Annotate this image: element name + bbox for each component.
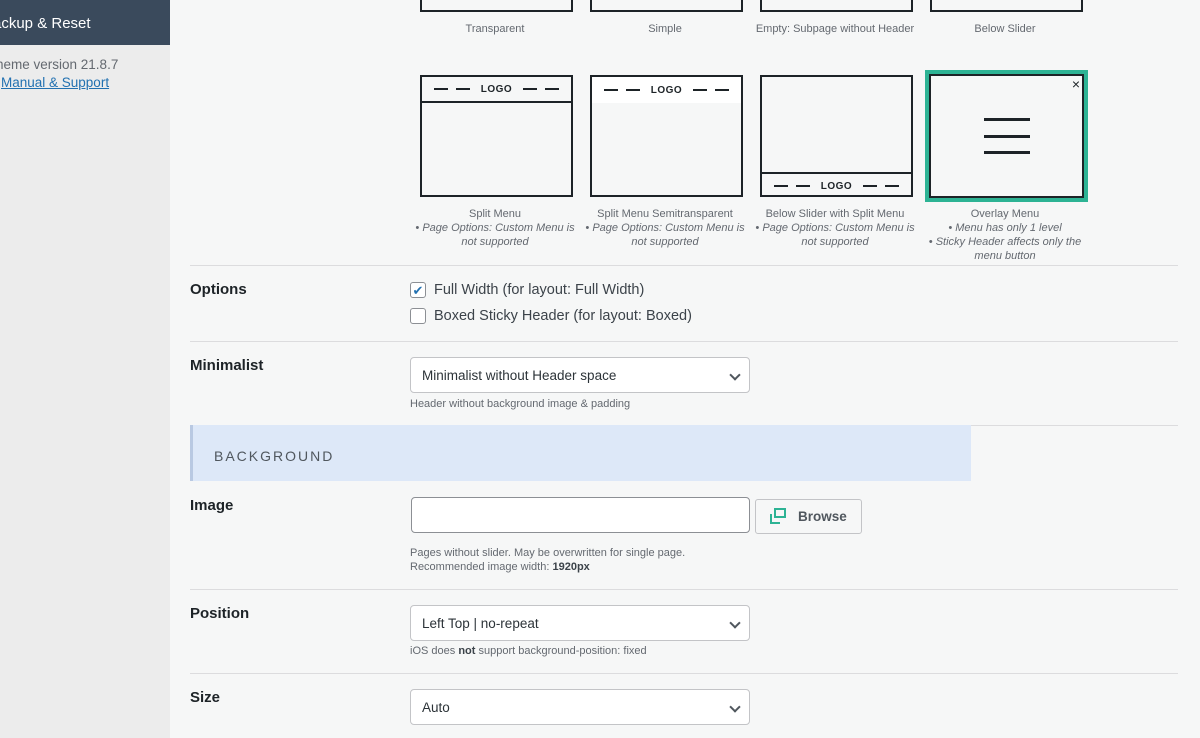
logo-text: LOGO xyxy=(650,84,683,96)
logo-text: LOGO xyxy=(480,83,513,95)
logo-text: LOGO xyxy=(820,180,853,192)
size-select[interactable]: Auto xyxy=(410,689,750,725)
options-label: Options xyxy=(190,281,247,298)
divider xyxy=(190,265,1178,266)
help-text: support background-position: fixed xyxy=(475,645,647,657)
layout-thumb-overlay-menu[interactable]: × xyxy=(925,70,1088,202)
layout-caption-transparent: Transparent xyxy=(465,23,525,35)
section-title: BACKGROUND xyxy=(214,448,335,464)
select-value: Minimalist without Header space xyxy=(422,368,617,383)
logo-bar: LOGO xyxy=(422,77,571,103)
manual-support-link[interactable]: Manual & Support xyxy=(1,75,109,90)
layout-caption-empty: Empty: Subpage without Header xyxy=(755,23,915,35)
image-label: Image xyxy=(190,497,234,514)
sidebar-item-label: ackup & Reset xyxy=(0,15,91,32)
menu-icon-line xyxy=(983,151,1030,154)
layout-thumb-below-slider-split-menu[interactable]: LOGO xyxy=(760,75,913,197)
layout-note: • Page Options: Custom Menu is not suppo… xyxy=(415,222,575,248)
divider xyxy=(190,589,1178,590)
chevron-down-icon xyxy=(729,617,741,629)
main-content: Transparent Simple Empty: Subpage withou… xyxy=(170,0,1200,738)
layout-thumb-split-menu[interactable]: LOGO xyxy=(420,75,573,197)
layout-name: Split Menu xyxy=(469,208,521,220)
layout-note: • Page Options: Custom Menu is not suppo… xyxy=(585,222,745,248)
background-section-header: BACKGROUND xyxy=(190,425,971,481)
divider xyxy=(190,341,1178,342)
select-value: Left Top | no-repeat xyxy=(422,616,539,631)
image-help-2: Recommended image width: 1920px xyxy=(410,560,590,574)
layout-thumb-transparent[interactable] xyxy=(420,0,573,12)
checkbox-box[interactable] xyxy=(410,308,426,324)
layout-note: • Sticky Header affects only the menu bu… xyxy=(928,236,1082,262)
select-value: Auto xyxy=(422,700,450,715)
layout-thumb-simple[interactable] xyxy=(590,0,743,12)
layout-note: • Menu has only 1 level xyxy=(948,222,1062,234)
layout-name: Split Menu Semitransparent xyxy=(597,208,733,220)
minimalist-help: Header without background image & paddin… xyxy=(410,398,631,410)
menu-icon-line xyxy=(983,118,1030,121)
chevron-down-icon xyxy=(729,701,741,713)
logo-bar: LOGO xyxy=(592,77,741,103)
layout-caption-below-slider: Below Slider xyxy=(974,23,1036,35)
layout-thumb-split-menu-semitransparent[interactable]: LOGO xyxy=(590,75,743,197)
position-label: Position xyxy=(190,605,250,622)
help-bold: not xyxy=(458,645,476,657)
layout-caption-below-slider-split-menu: Below Slider with Split Menu • Page Opti… xyxy=(750,207,920,249)
size-label: Size xyxy=(190,689,221,706)
layout-caption-simple: Simple xyxy=(648,23,682,35)
divider xyxy=(190,673,1178,674)
layout-caption-split-menu-semitransparent: Split Menu Semitransparent • Page Option… xyxy=(580,207,750,249)
layout-note: • Page Options: Custom Menu is not suppo… xyxy=(755,222,915,248)
layout-thumb-below-slider[interactable] xyxy=(930,0,1083,12)
layout-caption-split-menu: Split Menu • Page Options: Custom Menu i… xyxy=(410,207,580,249)
minimalist-select[interactable]: Minimalist without Header space xyxy=(410,357,750,393)
image-help-1: Pages without slider. May be overwritten… xyxy=(410,547,686,559)
sidebar: ackup & Reset heme version 21.8.7 Manual… xyxy=(0,0,170,738)
logo-bar: LOGO xyxy=(762,172,911,198)
menu-icon-line xyxy=(983,135,1030,138)
help-text: Recommended image width: xyxy=(410,561,553,573)
image-url-input[interactable] xyxy=(411,497,750,533)
browse-button[interactable]: Browse xyxy=(755,499,862,534)
help-value: 1920px xyxy=(552,561,590,573)
theme-version: heme version 21.8.7 xyxy=(0,57,119,72)
browse-label: Browse xyxy=(798,509,847,524)
layout-thumb-empty[interactable] xyxy=(760,0,913,12)
layout-name: Below Slider with Split Menu xyxy=(765,208,905,220)
position-help: iOS does not support background-position… xyxy=(410,644,647,658)
layout-name: Overlay Menu xyxy=(970,208,1040,220)
checkbox-label: Boxed Sticky Header (for layout: Boxed) xyxy=(434,308,692,324)
checkbox-checked-icon[interactable]: ✔ xyxy=(410,282,426,298)
boxed-sticky-header-checkbox[interactable]: Boxed Sticky Header (for layout: Boxed) xyxy=(410,308,692,324)
chevron-down-icon xyxy=(729,369,741,381)
minimalist-label: Minimalist xyxy=(190,357,264,374)
full-width-checkbox[interactable]: ✔ Full Width (for layout: Full Width) xyxy=(410,282,644,298)
position-select[interactable]: Left Top | no-repeat xyxy=(410,605,750,641)
close-icon: × xyxy=(1071,76,1080,92)
checkbox-label: Full Width (for layout: Full Width) xyxy=(434,282,645,298)
help-text: iOS does xyxy=(410,645,459,657)
sidebar-item-backup-reset[interactable]: ackup & Reset xyxy=(0,0,170,45)
layout-caption-overlay-menu: Overlay Menu • Menu has only 1 level • S… xyxy=(920,207,1090,263)
image-browse-icon xyxy=(770,508,786,524)
